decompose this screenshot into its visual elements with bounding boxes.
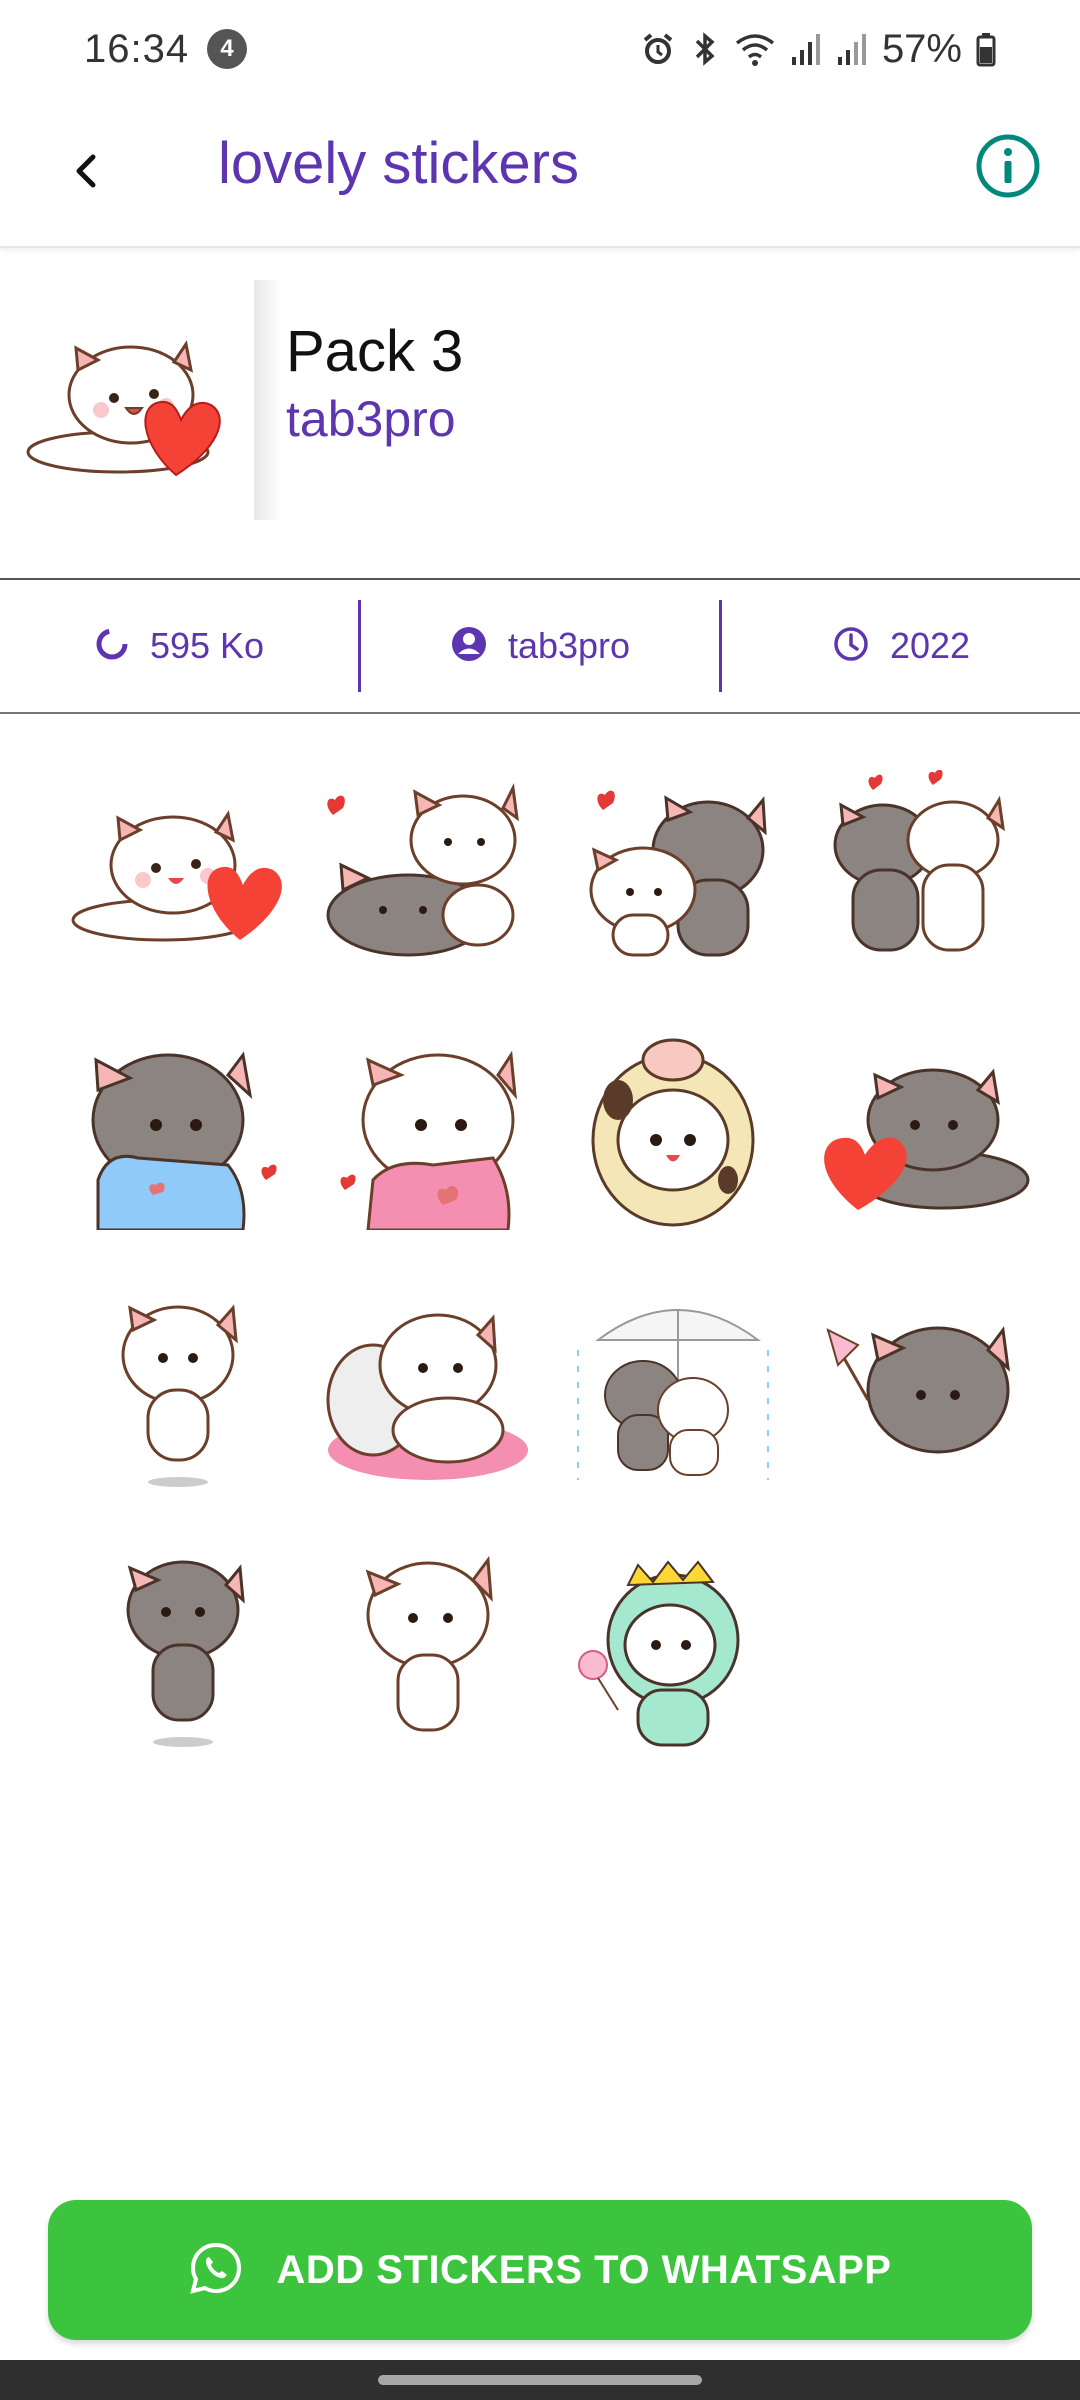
sticker-item[interactable] [305,1260,550,1520]
home-gesture-handle[interactable] [378,2375,702,2385]
sticker-item[interactable] [60,1000,305,1260]
info-icon [972,134,1044,206]
app-bar: lovely stickers [0,98,1080,248]
size-info: 595 Ko [0,580,358,712]
battery-percentage: 57% [881,26,962,71]
sticker-item[interactable] [305,740,550,1000]
add-button-label: ADD STICKERS TO WHATSAPP [276,2247,892,2292]
app-title: lovely stickers [218,131,579,196]
year-value: 2022 [889,625,971,666]
bluetooth-icon [690,31,720,67]
navigation-bar [0,2360,1080,2400]
signal-icon [790,31,822,67]
notification-count-badge: 4 [207,29,248,69]
user-icon [450,625,488,668]
sticker-item[interactable] [550,740,795,1000]
size-icon [94,626,130,667]
whatsapp-icon [189,2241,243,2300]
year-info: 2022 [722,580,1080,712]
pack-info-row: 595 Ko tab3pro 2022 [0,578,1080,714]
sticker-item[interactable] [550,1520,795,1780]
author-info: tab3pro [361,580,719,712]
sticker-item[interactable] [550,1260,795,1520]
alarm-icon [640,31,676,67]
add-to-whatsapp-button[interactable]: ADD STICKERS TO WHATSAPP [48,2200,1032,2340]
info-button[interactable] [972,130,1044,202]
pack-header: Pack 3 tab3pro [0,250,1080,578]
sticker-item[interactable] [305,1000,550,1260]
status-time: 16:34 [84,26,190,71]
back-button[interactable] [52,138,122,208]
sticker-item[interactable] [795,1000,1040,1260]
status-bar: 16:34 4 57% [0,0,1080,98]
size-value: 595 Ko [149,625,265,666]
thumbnail-divider [254,280,282,520]
sticker-item[interactable] [60,740,305,1000]
sticker-item[interactable] [550,1000,795,1260]
wifi-icon [734,31,776,67]
sticker-item[interactable] [795,740,1040,1000]
sticker-grid [60,740,1040,1780]
pack-publisher: tab3pro [286,391,456,447]
clock-icon [832,625,870,668]
signal-icon-2 [836,31,868,67]
pack-thumbnail [26,340,246,490]
sticker-item[interactable] [60,1520,305,1780]
back-arrow-icon [67,151,107,196]
sticker-item[interactable] [60,1260,305,1520]
sticker-item[interactable] [795,1260,1040,1520]
battery-icon [976,31,996,67]
author-value: tab3pro [507,625,631,666]
pack-name: Pack 3 [286,319,464,384]
sticker-item[interactable] [305,1520,550,1780]
